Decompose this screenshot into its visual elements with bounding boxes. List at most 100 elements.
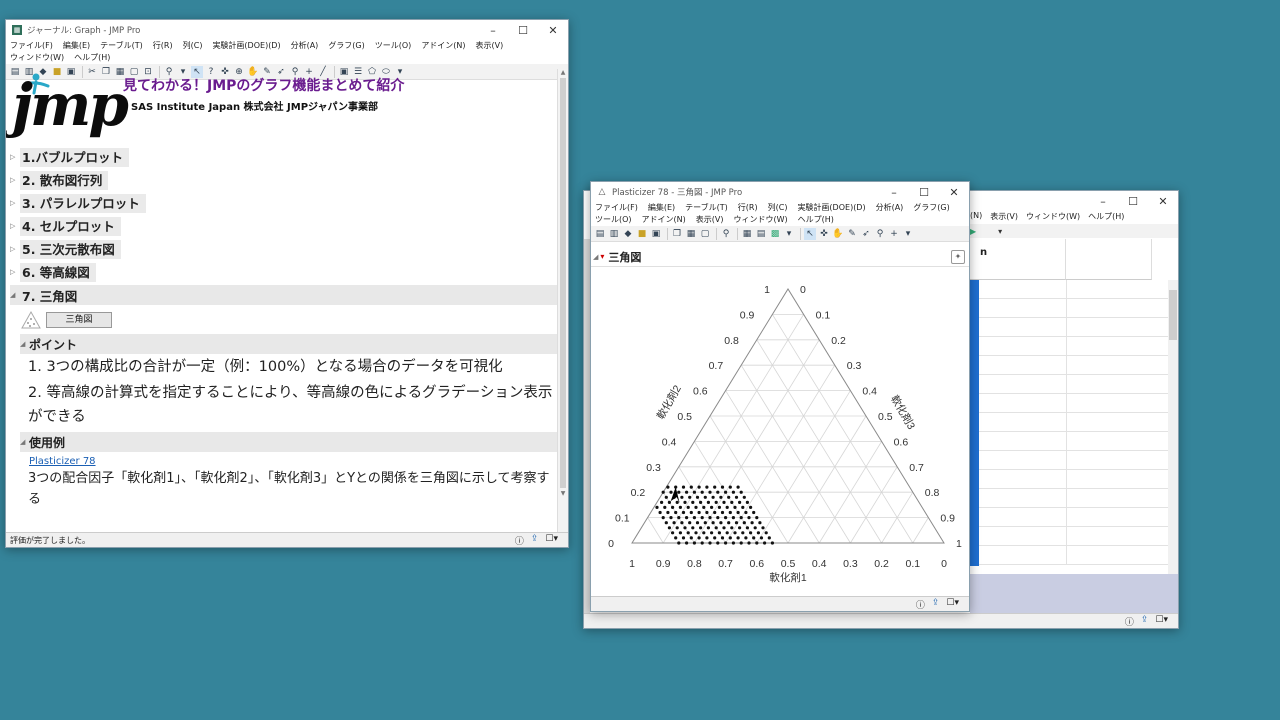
outline-bubble-plot[interactable]: ▷ 1.バブルプロット [10, 147, 557, 167]
menu-item[interactable]: 分析(A) [291, 40, 319, 52]
window-dropdown-icon[interactable]: ☐▾ [946, 598, 959, 611]
scroll-thumb[interactable] [560, 78, 566, 488]
menu-item[interactable]: 列(C) [768, 202, 788, 214]
crosshair-icon[interactable]: ✜ [818, 228, 830, 240]
table-cell[interactable] [1066, 546, 1067, 565]
lasso-icon[interactable]: ➶ [860, 228, 872, 240]
search-icon[interactable]: ⚲ [720, 228, 732, 240]
table-row[interactable] [979, 375, 1168, 394]
menu-item[interactable]: 分析(A) [876, 202, 904, 214]
table-cell[interactable] [1066, 337, 1067, 356]
outline-scatterplot-matrix[interactable]: ▷ 2. 散布図行列 [10, 170, 557, 190]
menu-item[interactable]: 表示(V) [990, 211, 1018, 222]
close-button[interactable]: ✕ [939, 186, 969, 199]
brush-icon[interactable]: ✎ [846, 228, 858, 240]
table-row[interactable] [979, 280, 1168, 299]
table-cell[interactable] [1066, 451, 1067, 470]
table-cell[interactable] [1066, 508, 1067, 527]
chart-icon[interactable]: ▩ [769, 228, 781, 240]
pin-icon[interactable]: ✦ [951, 249, 965, 264]
table-row[interactable] [979, 470, 1168, 489]
minimize-button[interactable]: – [879, 186, 909, 199]
row-selection-strip[interactable] [970, 280, 979, 566]
table-row[interactable] [979, 508, 1168, 527]
copy-icon[interactable]: ❐ [671, 228, 683, 240]
outline-ternary-plot[interactable]: ◢ 7. 三角図 [10, 285, 557, 305]
close-button[interactable]: ✕ [1148, 195, 1178, 208]
example-header[interactable]: ◢ 使用例 [20, 432, 557, 452]
scroll-thumb[interactable] [1169, 290, 1177, 340]
table-row[interactable] [979, 299, 1168, 318]
dropdown-arrow-icon[interactable]: ▾ [998, 227, 1002, 236]
collapse-triangle-icon[interactable]: ◢ [593, 253, 598, 261]
table-cell[interactable] [1066, 318, 1067, 337]
collapsed-triangle-icon[interactable]: ▷ [10, 199, 20, 207]
table-row[interactable] [979, 337, 1168, 356]
menu-item[interactable]: 編集(E) [648, 202, 675, 214]
table-row[interactable] [979, 394, 1168, 413]
menu-item[interactable]: グラフ(G) [328, 40, 364, 52]
table-cell[interactable] [1066, 356, 1067, 375]
collapsed-triangle-icon[interactable]: ▷ [10, 222, 20, 230]
dropdown-arrow-icon[interactable]: ▾ [902, 228, 914, 240]
window-dropdown-icon[interactable]: ☐▾ [545, 534, 558, 547]
menu-item[interactable]: 表示(V) [696, 214, 724, 226]
menu-item[interactable]: 行(R) [738, 202, 758, 214]
python-icon[interactable]: ◆ [622, 228, 634, 240]
table-row[interactable] [979, 527, 1168, 546]
table-cell[interactable] [1066, 489, 1067, 508]
collapsed-triangle-icon[interactable]: ▷ [10, 268, 20, 276]
home-icon[interactable]: ⇪ [1141, 615, 1149, 628]
menu-item[interactable]: アドイン(N) [421, 40, 465, 52]
menu-item[interactable]: 実験計画(DOE)(D) [212, 40, 280, 52]
expanded-triangle-icon[interactable]: ◢ [20, 340, 29, 348]
grid-scrollbar[interactable] [1168, 280, 1178, 574]
menu-item[interactable]: アドイン(N) [642, 214, 686, 226]
expanded-triangle-icon[interactable]: ◢ [10, 291, 20, 299]
home-icon[interactable]: ⇪ [531, 534, 539, 547]
outline-3d-scatterplot[interactable]: ▷ 5. 三次元散布図 [10, 239, 557, 259]
hand-icon[interactable]: ✋ [832, 228, 844, 240]
table-cell[interactable] [1066, 394, 1067, 413]
maximize-button[interactable]: ☐ [1118, 195, 1148, 208]
close-button[interactable]: ✕ [538, 24, 568, 37]
home-icon[interactable]: ⇪ [932, 598, 940, 611]
info-icon[interactable]: ⓘ [515, 534, 524, 547]
table-cell[interactable] [1066, 299, 1067, 318]
ternary-plot-button[interactable]: 三角図 [46, 312, 112, 328]
menu-item[interactable]: 編集(E) [63, 40, 90, 52]
zoom-icon[interactable]: ⚲ [874, 228, 886, 240]
table-row[interactable] [979, 546, 1168, 565]
outline-cell-plot[interactable]: ▷ 4. セルプロット [10, 216, 557, 236]
maximize-button[interactable]: ☐ [909, 186, 939, 199]
table-cell[interactable] [1066, 470, 1067, 489]
menu-item[interactable]: テーブル(T) [100, 40, 143, 52]
new-icon[interactable]: ▤ [594, 228, 606, 240]
journal-scrollbar[interactable]: ▲ ▼ [557, 69, 568, 532]
menu-item[interactable]: ウィンドウ(W) [734, 214, 788, 226]
table-row[interactable] [979, 489, 1168, 508]
collapsed-triangle-icon[interactable]: ▷ [10, 245, 20, 253]
save-icon[interactable]: ▣ [650, 228, 662, 240]
table-row[interactable] [979, 432, 1168, 451]
menu-item[interactable]: ヘルプ(H) [798, 214, 834, 226]
table-cell[interactable] [1066, 527, 1067, 546]
menu-item[interactable]: ツール(O) [375, 40, 412, 52]
expanded-triangle-icon[interactable]: ◢ [20, 438, 29, 446]
minimize-button[interactable]: – [478, 24, 508, 37]
info-icon[interactable]: ⓘ [916, 598, 925, 611]
scroll-down-arrow-icon[interactable]: ▼ [558, 490, 568, 497]
minimize-button[interactable]: – [1088, 195, 1118, 208]
menu-item[interactable]: グラフ(G) [913, 202, 949, 214]
table-cell[interactable] [1066, 280, 1067, 299]
open-icon[interactable]: ▥ [608, 228, 620, 240]
menu-item[interactable]: ファイル(F) [10, 40, 53, 52]
column-header-cell[interactable] [1066, 239, 1152, 280]
report-header[interactable]: ◢ ▾ 三角図 ✦ [591, 247, 969, 267]
table-row[interactable] [979, 413, 1168, 432]
table-cell[interactable] [1066, 375, 1067, 394]
table-row[interactable] [979, 318, 1168, 337]
menu-item[interactable]: ファイル(F) [595, 202, 638, 214]
arrow-tool-icon[interactable]: ↖ [804, 227, 816, 240]
collapsed-triangle-icon[interactable]: ▷ [10, 153, 20, 161]
